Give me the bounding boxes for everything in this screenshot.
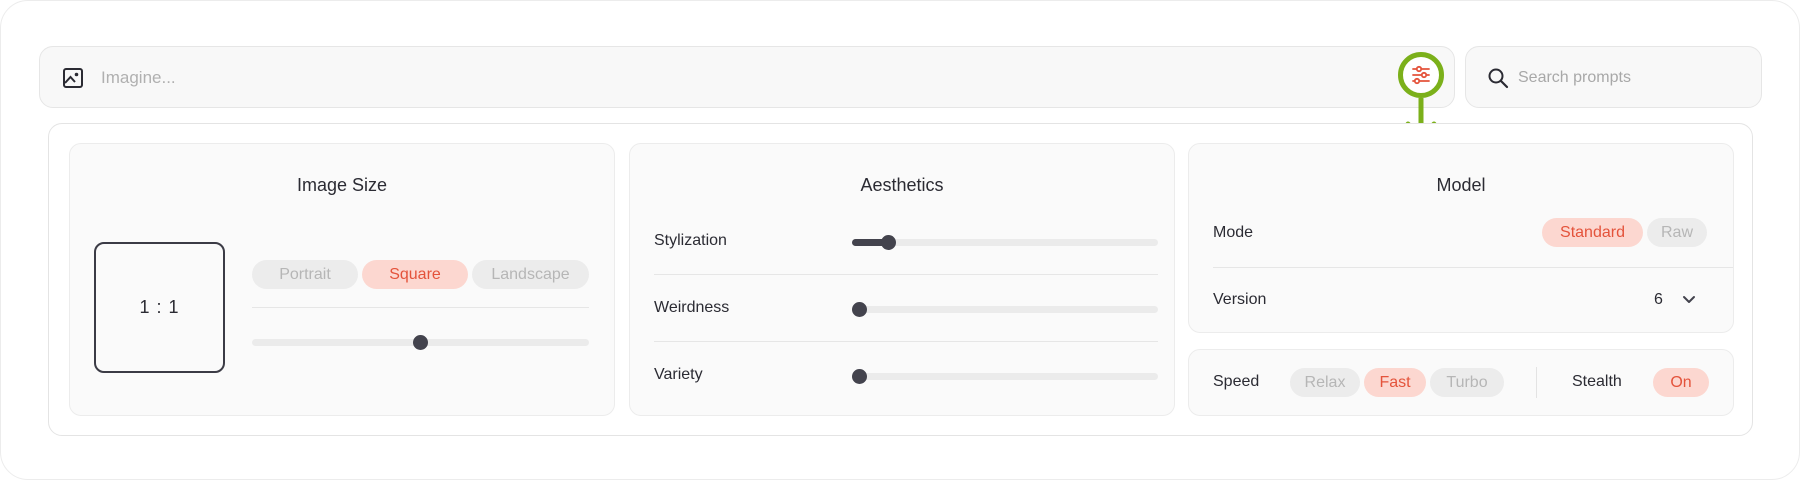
image-size-title: Image Size (296, 175, 388, 195)
aspect-ratio-preview: 1 : 1 (94, 242, 225, 373)
mode-label: Mode (1213, 224, 1254, 241)
divider (1213, 267, 1733, 268)
aesthetics-title: Aesthetics (860, 175, 944, 195)
weirdness-slider[interactable] (852, 302, 1158, 317)
mode-segmented-control: Standard Raw (1542, 218, 1707, 247)
mode-raw[interactable]: Raw (1647, 218, 1707, 247)
divider (654, 274, 1158, 275)
divider (654, 341, 1158, 342)
search-bar[interactable]: Search prompts (1465, 46, 1762, 108)
variety-label: Variety (654, 366, 703, 383)
search-input[interactable]: Search prompts (1518, 69, 1631, 87)
version-label: Version (1213, 291, 1267, 308)
orientation-segmented-control: Portrait Square Landscape (252, 260, 589, 289)
speed-label: Speed (1213, 373, 1260, 390)
speed-card: Speed Relax Fast Turbo Stealth On (1188, 349, 1734, 416)
stylization-slider-handle[interactable] (881, 235, 896, 250)
stylization-slider[interactable] (852, 235, 1158, 250)
image-icon[interactable] (62, 67, 84, 89)
image-size-card: Image Size 1 : 1 Portrait Square Landsca… (69, 143, 615, 416)
divider (252, 307, 589, 308)
prompt-input[interactable]: Imagine... (101, 68, 176, 88)
prompt-bar[interactable]: Imagine... (39, 46, 1455, 108)
stealth-label: Stealth (1572, 373, 1622, 390)
aspect-ratio-label: 1 : 1 (139, 297, 180, 317)
divider (1536, 367, 1537, 398)
variety-slider-handle[interactable] (852, 369, 867, 384)
stealth-toggle: On (1653, 368, 1709, 397)
search-icon (1488, 68, 1509, 89)
sliders-icon (1412, 65, 1430, 85)
aspect-ratio-slider[interactable] (252, 335, 589, 350)
orientation-square[interactable]: Square (362, 260, 468, 289)
version-dropdown[interactable]: 6 (1654, 284, 1714, 314)
model-title: Model (1436, 175, 1486, 195)
settings-panel: Image Size 1 : 1 Portrait Square Landsca… (48, 123, 1753, 436)
variety-slider[interactable] (852, 369, 1158, 384)
weirdness-label: Weirdness (654, 299, 730, 316)
aesthetics-card: Aesthetics Stylization Weirdness Variety (629, 143, 1175, 416)
orientation-portrait[interactable]: Portrait (252, 260, 358, 289)
speed-turbo[interactable]: Turbo (1430, 368, 1504, 397)
orientation-landscape[interactable]: Landscape (472, 260, 589, 289)
stealth-on[interactable]: On (1653, 368, 1709, 397)
weirdness-slider-handle[interactable] (852, 302, 867, 317)
aspect-ratio-slider-handle[interactable] (413, 335, 428, 350)
speed-fast[interactable]: Fast (1364, 368, 1426, 397)
version-value: 6 (1654, 291, 1663, 308)
speed-segmented-control: Relax Fast Turbo (1290, 368, 1504, 397)
settings-toggle-button[interactable] (1398, 52, 1444, 98)
speed-relax[interactable]: Relax (1290, 368, 1360, 397)
stylization-label: Stylization (654, 232, 727, 249)
chevron-down-icon (1683, 296, 1695, 303)
model-card: Model Mode Standard Raw Version 6 (1188, 143, 1734, 333)
mode-standard[interactable]: Standard (1542, 218, 1643, 247)
